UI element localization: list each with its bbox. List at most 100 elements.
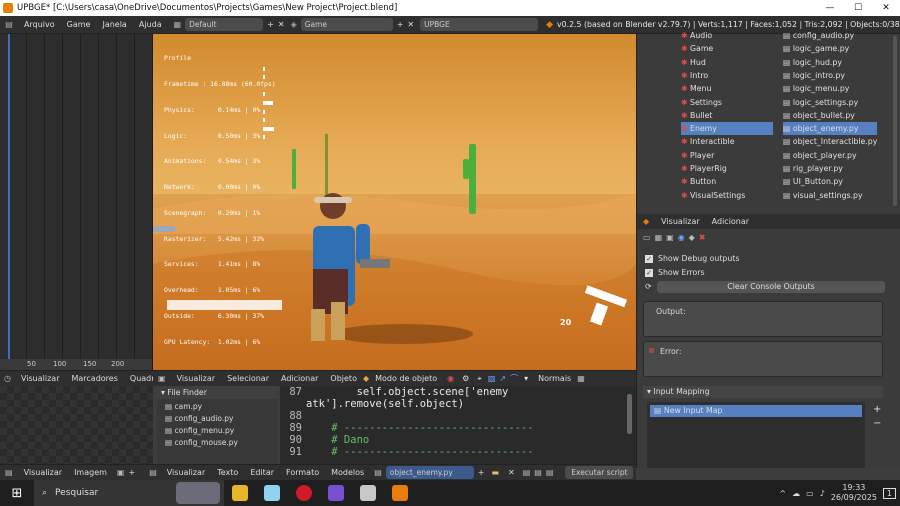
toolbar-icon[interactable]: ✖ [699, 233, 706, 242]
menu-visualizar[interactable]: Visualizar [18, 468, 69, 477]
menu-visualizar[interactable]: Visualizar [161, 468, 212, 477]
refresh-icon[interactable]: ⟳ [645, 282, 652, 291]
menu-visualizar[interactable]: Visualizar [15, 374, 66, 383]
chevron-up-icon[interactable]: ^ [779, 489, 786, 498]
script-item[interactable]: ▤ config_audio.py [783, 29, 877, 42]
show-debug-row[interactable]: ✓ Show Debug outputs [645, 254, 739, 263]
script-item[interactable]: ▤ UI_Button.py [783, 175, 877, 188]
outliner-item[interactable]: ✱ Enemy [681, 122, 773, 136]
clock[interactable]: 19:33 26/09/2025 [831, 483, 877, 503]
menu-selecionar[interactable]: Selecionar [221, 374, 275, 383]
open-text-icon[interactable]: ▬ [491, 468, 499, 477]
file-item[interactable]: ▤ config_menu.py [157, 423, 277, 435]
cloud-icon[interactable]: ☁ [792, 489, 800, 498]
script-item[interactable]: ▤ rig_player.py [783, 162, 877, 175]
outliner-item[interactable]: ✱ Interactible [681, 135, 773, 148]
script-item[interactable]: ▤ object_enemy.py [783, 122, 877, 136]
app-icon[interactable] [264, 485, 280, 501]
script-item[interactable]: ▤ logic_game.py [783, 42, 877, 55]
manipulator-icon[interactable]: ⌖ [477, 374, 482, 384]
script-item[interactable]: ▤ object_Interactible.py [783, 135, 877, 148]
run-script-button[interactable]: Executar script [565, 466, 634, 479]
script-item[interactable]: ▤ object_bullet.py [783, 109, 877, 122]
menu-game[interactable]: Game [61, 20, 97, 29]
menu-ajuda[interactable]: Ajuda [133, 20, 168, 29]
timeline-editor[interactable]: 50 100 150 200 [0, 34, 153, 370]
toolbar-icon[interactable]: ▦ [655, 233, 663, 242]
input-map-item[interactable]: ▤ New Input Map [650, 405, 862, 417]
checkbox-checked-icon[interactable]: ✓ [645, 268, 653, 277]
editor-type-icon[interactable]: ▤ [0, 20, 18, 29]
menu-editar[interactable]: Editar [244, 468, 280, 477]
file-item[interactable]: ▤ config_mouse.py [157, 435, 277, 447]
outliner[interactable]: ✱ Audio ▤ config_audio.py ✱ Game ▤ logic_ga… [636, 31, 900, 214]
close-text-icon[interactable]: ✕ [508, 468, 515, 477]
text-block-field[interactable]: object_enemy.py [385, 466, 474, 479]
game-viewport[interactable]: Profile Frametime : 16.88ms (60.0fps) Ph… [153, 34, 636, 370]
outliner-item[interactable]: ✱ Game [681, 42, 773, 55]
scene-field[interactable]: Game [300, 18, 393, 31]
remove-map-button[interactable]: − [873, 418, 881, 429]
rotate-icon[interactable]: ↗ [499, 374, 506, 383]
toolbar-icon[interactable]: ◆ [689, 233, 695, 242]
scene-icon[interactable]: ◈ [291, 20, 297, 29]
layout-icon[interactable]: ▦ [174, 20, 182, 29]
word-wrap-icon[interactable]: ▤ [534, 468, 542, 477]
clear-console-button[interactable]: Clear Console Outputs [657, 281, 885, 293]
editor-type-icon[interactable]: ◷ [4, 374, 11, 383]
mode-select[interactable]: Modo de objeto [369, 374, 443, 383]
app-icon[interactable] [360, 485, 376, 501]
outliner-item[interactable]: ✱ VisualSettings [681, 189, 773, 202]
outliner-scrollbar[interactable] [893, 36, 897, 206]
file-item[interactable]: ▤ cam.py [157, 399, 277, 411]
script-item[interactable]: ▤ logic_hud.py [783, 56, 877, 69]
menu-objeto[interactable]: Objeto [324, 374, 363, 383]
notification-icon[interactable]: 1 [882, 487, 896, 499]
line-numbers-icon[interactable]: ▤ [523, 468, 531, 477]
toolbar-icon[interactable]: ◉ [678, 233, 685, 242]
text-editor[interactable]: 87 self.object.scene['enemy atk'].remove(… [280, 386, 636, 464]
menu-imagem[interactable]: Imagem [68, 468, 113, 477]
pivot-icon[interactable]: ⚙ [462, 374, 469, 383]
layout-field[interactable]: Default [185, 18, 264, 31]
outliner-item[interactable]: ✱ Audio [681, 29, 773, 42]
add-map-button[interactable]: + [873, 404, 881, 415]
orientation-icon[interactable]: ▾ [524, 374, 528, 383]
show-errors-row[interactable]: ✓ Show Errors [645, 268, 705, 277]
file-finder-header[interactable]: ▾ File Finder [157, 386, 277, 399]
app-icon[interactable] [328, 485, 344, 501]
shading-icon[interactable]: ◉ [447, 374, 454, 383]
volume-icon[interactable]: ♪ [820, 489, 825, 498]
layout-add-icon[interactable]: + [267, 20, 274, 29]
toolbar-icon[interactable]: ▣ [666, 233, 674, 242]
opera-icon[interactable] [296, 485, 312, 501]
playhead[interactable] [8, 34, 10, 359]
menu-marcadores[interactable]: Marcadores [65, 374, 123, 383]
file-explorer-icon[interactable] [232, 485, 248, 501]
windows-start-icon[interactable]: ⊞ [0, 486, 34, 501]
script-item[interactable]: ▤ logic_menu.py [783, 82, 877, 95]
props-menu-adicionar[interactable]: Adicionar [706, 217, 755, 226]
script-item[interactable]: ▤ logic_settings.py [783, 96, 877, 109]
maximize-button[interactable]: ☐ [844, 0, 872, 16]
input-map-list[interactable]: ▤ New Input Map [647, 402, 865, 468]
network-icon[interactable]: ▭ [806, 489, 814, 498]
scene-close-icon[interactable]: ✕ [407, 20, 414, 29]
toolbar-icon[interactable]: ▭ [643, 233, 651, 242]
menu-adicionar[interactable]: Adicionar [275, 374, 324, 383]
scene-add-icon[interactable]: + [397, 20, 404, 29]
text-block-icon[interactable]: ▤ [374, 468, 382, 477]
menu-modelos[interactable]: Modelos [325, 468, 370, 477]
outliner-item[interactable]: ✱ Intro [681, 69, 773, 82]
close-button[interactable]: ✕ [872, 0, 900, 16]
search-box[interactable]: ⌕ Pesquisar [34, 480, 224, 506]
layout-close-icon[interactable]: ✕ [278, 20, 285, 29]
editor-type-icon[interactable]: ▤ [149, 468, 157, 477]
syntax-icon[interactable]: ▤ [546, 468, 554, 477]
engine-select[interactable]: UPBGE [420, 18, 539, 31]
scale-icon[interactable]: ⌒ [510, 373, 518, 384]
menu-formato[interactable]: Formato [280, 468, 325, 477]
orientation-select[interactable]: Normais [532, 374, 577, 383]
editor-type-icon[interactable]: ▣ [158, 374, 166, 383]
outliner-item[interactable]: ✱ Menu [681, 82, 773, 95]
